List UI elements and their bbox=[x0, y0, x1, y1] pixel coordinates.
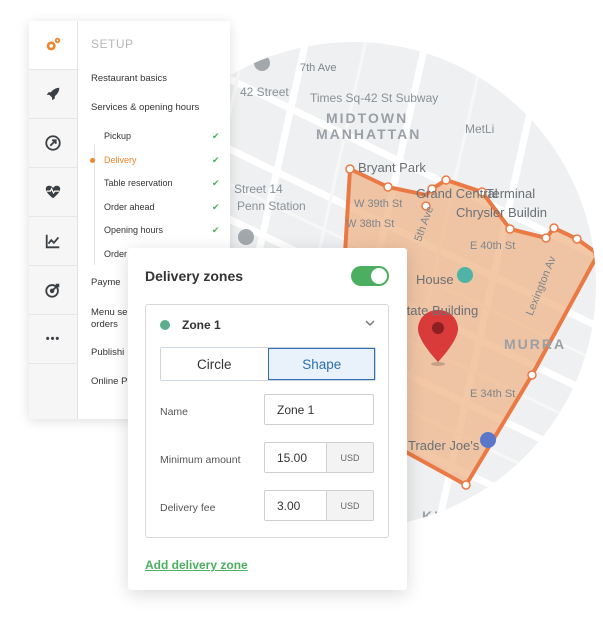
map-label: House bbox=[416, 272, 454, 287]
more-dots-icon: ••• bbox=[45, 333, 61, 345]
rocket-icon bbox=[46, 87, 60, 101]
submenu-item-pickup[interactable]: Pickup bbox=[104, 131, 131, 141]
check-icon: ✔ bbox=[212, 155, 220, 165]
menu-item-restaurant-basics[interactable]: Restaurant basics bbox=[91, 73, 167, 84]
map-label: W 38th St bbox=[346, 218, 395, 230]
menu-item-menu-setup-line2[interactable]: orders bbox=[91, 319, 118, 330]
map-label: E bbox=[544, 438, 553, 452]
submenu-item-order-ahead[interactable]: Order ahead bbox=[104, 202, 155, 212]
map-label: W 39th St bbox=[354, 198, 403, 210]
map-label: E 34th St bbox=[470, 388, 516, 400]
zone-type-selector: Circle Shape bbox=[160, 347, 376, 381]
menu-item-services-hours[interactable]: Services & opening hours bbox=[91, 102, 199, 113]
name-value: Zone 1 bbox=[277, 402, 315, 417]
toggle-knob bbox=[371, 268, 387, 284]
submenu-line bbox=[94, 145, 95, 265]
chevron-down-icon[interactable] bbox=[364, 317, 376, 329]
zone-name: Zone 1 bbox=[182, 318, 221, 332]
zone-panel: Zone 1 Circle Shape Name Zone 1 Minimum … bbox=[145, 304, 389, 538]
minimum-amount-value: 15.00 bbox=[277, 450, 308, 465]
check-icon: ✔ bbox=[212, 225, 220, 235]
map-label: Penn Station bbox=[237, 199, 306, 213]
rail-item-more[interactable]: ••• bbox=[29, 315, 77, 364]
rail-item-launch[interactable] bbox=[29, 70, 77, 119]
check-icon: ✔ bbox=[212, 131, 220, 141]
map-label: MANHATTAN bbox=[316, 126, 422, 142]
map-label: MIDTOWN bbox=[326, 110, 409, 126]
map-label: Terminal bbox=[486, 186, 536, 201]
rail-item-reports[interactable] bbox=[29, 217, 77, 266]
tab-shape[interactable]: Shape bbox=[267, 348, 375, 380]
rail-item-health[interactable] bbox=[29, 168, 77, 217]
check-icon: ✔ bbox=[212, 202, 220, 212]
add-delivery-zone-link[interactable]: Add delivery zone bbox=[145, 558, 248, 572]
currency-unit: USD bbox=[326, 443, 373, 472]
minimum-amount-input[interactable]: 15.00 USD bbox=[264, 442, 374, 473]
arrow-circle-icon bbox=[45, 135, 61, 151]
map-label: Street 14 bbox=[234, 182, 283, 196]
rail-item-promote[interactable] bbox=[29, 119, 77, 168]
menu-item-publishing[interactable]: Publishi bbox=[91, 347, 124, 358]
minimum-amount-label: Minimum amount bbox=[160, 454, 241, 466]
heart-pulse-icon bbox=[45, 185, 61, 199]
target-icon bbox=[45, 283, 60, 298]
delivery-toggle[interactable] bbox=[351, 266, 389, 286]
poi-icon bbox=[480, 432, 496, 448]
delivery-fee-input[interactable]: 3.00 USD bbox=[264, 490, 374, 521]
delivery-zones-card: Delivery zones Zone 1 Circle Shape Name … bbox=[128, 248, 407, 590]
menu-item-online-payments[interactable]: Online P bbox=[91, 376, 127, 387]
poi-icon bbox=[254, 55, 270, 71]
submenu-item-table-reservation[interactable]: Table reservation bbox=[104, 178, 173, 188]
currency-unit: USD bbox=[326, 491, 373, 520]
submenu-item-order[interactable]: Order bbox=[104, 249, 127, 259]
map-label: Trader Joe's bbox=[408, 438, 480, 453]
active-indicator bbox=[90, 158, 95, 163]
rail-item-marketing[interactable] bbox=[29, 266, 77, 315]
submenu-item-delivery[interactable]: Delivery bbox=[104, 155, 137, 165]
map-label: 7th Ave bbox=[300, 62, 337, 74]
chart-line-icon bbox=[45, 234, 60, 249]
map-label: Chrysler Buildin bbox=[456, 205, 548, 220]
map-label: 42 Street bbox=[240, 85, 289, 99]
map-label: MetLi bbox=[465, 122, 495, 136]
map-label: Times Sq-42 St Subway bbox=[310, 91, 439, 105]
setup-icon-rail: ••• bbox=[29, 21, 78, 419]
tab-circle[interactable]: Circle bbox=[161, 348, 268, 380]
map-label: Bryant Park bbox=[358, 160, 426, 175]
rail-item-setup[interactable] bbox=[29, 21, 77, 70]
poi-icon bbox=[238, 229, 254, 245]
delivery-fee-value: 3.00 bbox=[277, 498, 301, 513]
delivery-fee-label: Delivery fee bbox=[160, 502, 216, 514]
map-label: State Building bbox=[398, 303, 479, 318]
name-input[interactable]: Zone 1 bbox=[264, 394, 374, 425]
submenu-item-opening-hours[interactable]: Opening hours bbox=[104, 225, 163, 235]
menu-item-menu-setup[interactable]: Menu se bbox=[91, 307, 127, 318]
map-label: E 40th St bbox=[470, 240, 516, 252]
name-label: Name bbox=[160, 406, 189, 418]
menu-item-payments[interactable]: Payme bbox=[91, 277, 121, 288]
poi-icon bbox=[457, 267, 473, 283]
zone-color-dot bbox=[160, 320, 170, 330]
gears-icon bbox=[46, 37, 61, 51]
card-title: Delivery zones bbox=[145, 268, 244, 284]
map-label: MURRA bbox=[504, 336, 567, 352]
map-label: et bbox=[110, 490, 121, 504]
map-label: KIPS bbox=[422, 508, 463, 524]
setup-title: SETUP bbox=[91, 37, 134, 51]
check-icon: ✔ bbox=[212, 178, 220, 188]
